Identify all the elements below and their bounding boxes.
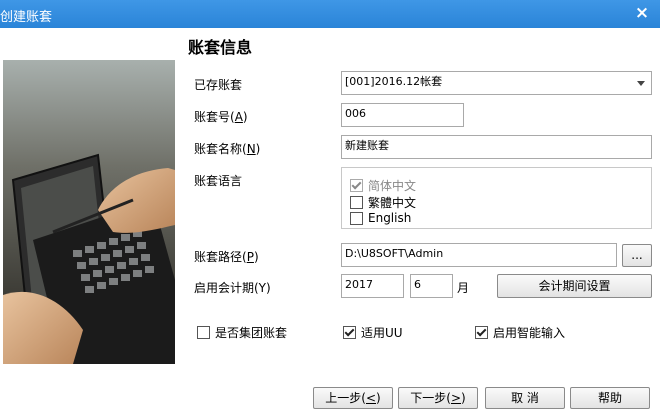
help-button[interactable]: 帮助 (570, 387, 650, 409)
close-icon[interactable]: × (634, 4, 650, 22)
period-settings-button[interactable]: 会计期间设置 (497, 274, 652, 298)
section-heading: 账套信息 (188, 38, 253, 57)
existing-accounts-select[interactable]: [001]2016.12帐套 (341, 71, 652, 95)
title-bar: 创建账套 × (0, 0, 660, 28)
previous-step-button[interactable]: 上一步(<) (313, 387, 393, 409)
account-number-label: 账套号(A) (194, 110, 248, 124)
next-step-button[interactable]: 下一步(>) (398, 387, 478, 409)
browse-path-button[interactable]: ... (622, 244, 652, 267)
account-number-field[interactable]: 006 (341, 103, 464, 127)
checkbox-checked-icon[interactable] (343, 326, 356, 339)
start-year-field[interactable]: 2017 (341, 274, 404, 298)
account-name-field[interactable]: 新建账套 (341, 135, 652, 159)
existing-accounts-value: [001]2016.12帐套 (345, 75, 443, 88)
existing-accounts-label: 已存账套 (194, 78, 243, 92)
language-list: 简体中文 繁體中文 English (341, 167, 652, 229)
checkbox-icon[interactable] (197, 326, 210, 339)
checkbox-icon[interactable] (350, 211, 363, 225)
smart-input-checkbox[interactable]: 启用智能输入 (475, 324, 565, 341)
language-option-traditional-chinese[interactable]: 繁體中文 (350, 194, 416, 211)
cancel-button[interactable]: 取 消 (485, 387, 565, 409)
checkbox-checked-icon (350, 179, 363, 192)
window-title: 创建账套 (0, 10, 53, 25)
account-name-label: 账套名称(N) (194, 142, 261, 156)
start-period-label: 启用会计期(Y) (194, 281, 271, 295)
start-month-field[interactable]: 6 (410, 274, 453, 298)
month-unit-label: 月 (457, 281, 470, 295)
tablet-illustration (3, 60, 175, 364)
use-uu-checkbox[interactable]: 适用UU (343, 324, 403, 341)
chevron-down-icon[interactable] (637, 81, 645, 86)
account-path-field[interactable]: D:\U8SOFT\Admin (341, 243, 617, 267)
group-account-checkbox[interactable]: 是否集团账套 (197, 324, 287, 341)
language-option-english[interactable]: English (350, 211, 411, 225)
account-path-label: 账套路径(P) (194, 250, 259, 264)
checkbox-checked-icon[interactable] (475, 326, 488, 339)
language-option-simplified-chinese: 简体中文 (350, 177, 416, 194)
checkbox-icon[interactable] (350, 196, 363, 209)
illustration-image (3, 60, 175, 364)
account-language-label: 账套语言 (194, 174, 243, 188)
